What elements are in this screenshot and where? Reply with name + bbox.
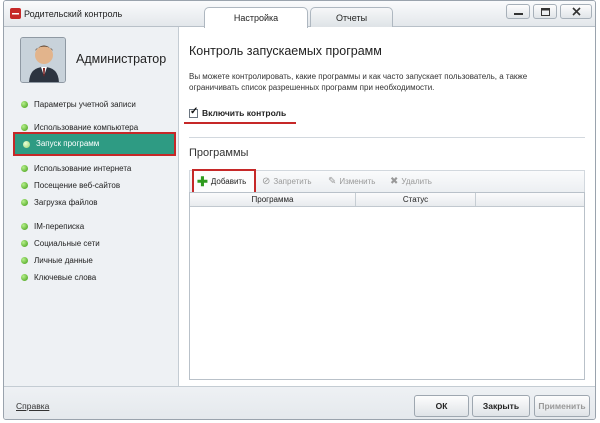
deny-label: Запретить [273, 177, 312, 186]
delete-button[interactable]: ✖ Удалить [390, 171, 432, 192]
sidebar-item-label: Загрузка файлов [34, 198, 98, 207]
sidebar-item-label: IM-переписка [34, 222, 85, 231]
maximize-button[interactable] [533, 4, 557, 19]
sidebar-item-internet-usage[interactable]: Использование интернета [12, 160, 174, 177]
main-window: Родительский контроль Настройка Отчеты А… [3, 0, 596, 420]
enable-control-label: Включить контроль [202, 108, 287, 118]
add-label: Добавить [210, 177, 247, 186]
sidebar-item-personal-data[interactable]: Личные данные [12, 252, 174, 269]
block-icon: ⊘ [262, 176, 271, 187]
status-dot-icon [21, 124, 28, 131]
pencil-icon: ✎ [328, 176, 337, 187]
close-icon [571, 7, 581, 16]
tab-settings[interactable]: Настройка [204, 7, 308, 28]
sidebar-item-label: Запуск программ [36, 139, 100, 148]
status-dot-icon [21, 240, 28, 247]
sidebar-item-keywords[interactable]: Ключевые слова [12, 269, 174, 286]
enable-control-row[interactable]: Включить контроль [189, 106, 286, 120]
sidebar-item-downloads[interactable]: Загрузка файлов [12, 194, 174, 211]
status-dot-icon [21, 182, 28, 189]
status-dot-icon [21, 101, 28, 108]
tab-reports[interactable]: Отчеты [310, 7, 393, 28]
sidebar-item-label: Использование компьютера [34, 123, 139, 132]
title-bar: Родительский контроль Настройка Отчеты [4, 1, 595, 28]
apply-button[interactable]: Применить [534, 395, 590, 417]
sidebar-item-label: Ключевые слова [34, 273, 97, 282]
deny-button[interactable]: ⊘ Запретить [262, 171, 312, 192]
status-dot-icon [21, 257, 28, 264]
status-dot-icon [21, 274, 28, 281]
page-description: Вы можете контролировать, какие программ… [189, 72, 528, 92]
app-logo-icon [10, 8, 21, 19]
column-header-empty [476, 193, 584, 206]
plus-icon: ✚ [197, 173, 208, 189]
divider [189, 137, 585, 138]
user-avatar-icon [21, 38, 65, 82]
main-panel: Контроль запускаемых программ Вы можете … [178, 27, 595, 386]
status-dot-icon [21, 223, 28, 230]
delete-label: Удалить [401, 177, 432, 186]
close-button[interactable]: Закрыть [472, 395, 530, 417]
sidebar: Администратор Параметры учетной записи И… [4, 27, 176, 386]
edit-label: Изменить [339, 177, 376, 186]
sidebar-item-label: Использование интернета [34, 164, 132, 173]
sidebar-item-label: Параметры учетной записи [34, 100, 136, 109]
footer-bar: Справка ОК Закрыть Применить [4, 386, 595, 419]
programs-toolbar: ✚ Добавить ⊘ Запретить ✎ Изменить ✖ Удал… [189, 169, 585, 194]
sidebar-item-websites[interactable]: Посещение веб-сайтов [12, 177, 174, 194]
programs-table[interactable]: Программа Статус [189, 192, 585, 380]
sidebar-item-label: Личные данные [34, 256, 93, 265]
minimize-button[interactable] [506, 4, 530, 19]
sidebar-item-label: Посещение веб-сайтов [34, 181, 121, 190]
sidebar-item-label: Социальные сети [34, 239, 100, 248]
user-name: Администратор [76, 52, 167, 66]
programs-section-title: Программы [189, 147, 249, 159]
status-dot-icon [21, 165, 28, 172]
window-title: Родительский контроль [24, 9, 123, 19]
sidebar-item-im[interactable]: IM-переписка [12, 218, 174, 235]
column-header-status[interactable]: Статус [356, 193, 476, 206]
help-link[interactable]: Справка [16, 401, 49, 411]
enable-control-checkbox[interactable] [189, 106, 198, 118]
column-header-program[interactable]: Программа [190, 193, 356, 206]
page-title: Контроль запускаемых программ [189, 44, 382, 58]
status-dot-icon [21, 199, 28, 206]
minimize-icon [513, 12, 523, 15]
avatar [20, 37, 66, 83]
add-button[interactable]: ✚ Добавить [192, 169, 256, 194]
x-icon: ✖ [390, 176, 399, 187]
highlight-underline [184, 122, 296, 124]
sidebar-item-program-launch[interactable]: Запуск программ [13, 132, 176, 156]
ok-button[interactable]: ОК [414, 395, 469, 417]
edit-button[interactable]: ✎ Изменить [328, 171, 375, 192]
maximize-icon [540, 7, 550, 16]
close-window-button[interactable] [560, 4, 592, 19]
status-dot-icon [23, 141, 30, 148]
sidebar-item-social[interactable]: Социальные сети [12, 235, 174, 252]
sidebar-item-account[interactable]: Параметры учетной записи [12, 96, 174, 113]
table-header: Программа Статус [190, 193, 584, 207]
